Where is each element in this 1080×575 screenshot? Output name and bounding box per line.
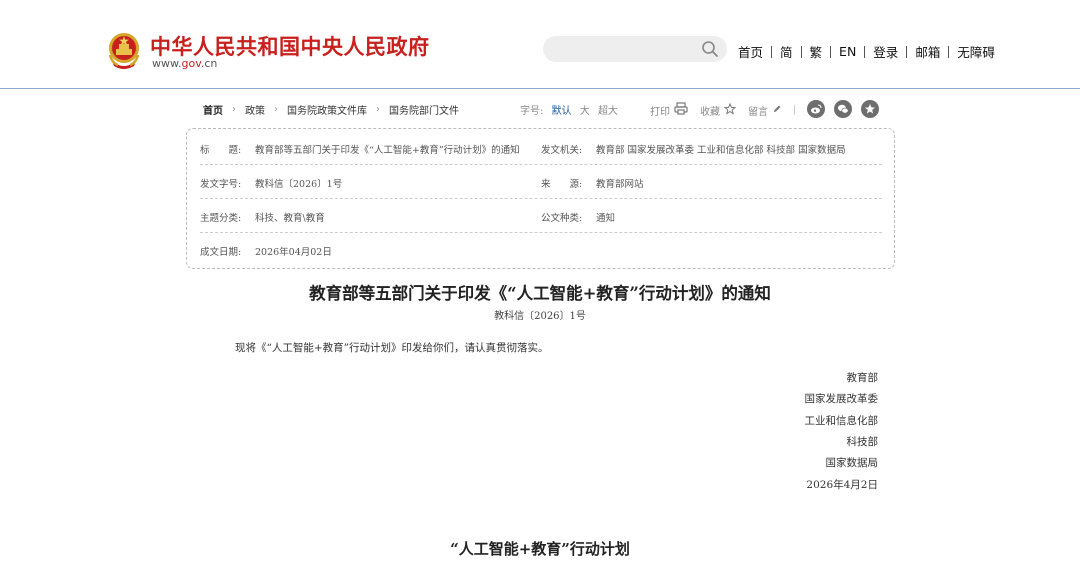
article-body-paragraph: 现将《“人工智能+教育”行动计划》印发给你们，请认真贯彻落实。 <box>235 342 549 354</box>
nav-divider <box>864 45 866 58</box>
star-outline-icon <box>720 102 737 118</box>
national-emblem-logo[interactable] <box>106 31 142 71</box>
comment-button[interactable]: 留言 <box>748 103 782 118</box>
site-url-suffix: .cn <box>200 57 218 70</box>
nav-divider <box>800 45 802 58</box>
source-value: 教育部网站 <box>596 179 644 190</box>
header-divider <box>0 88 1080 89</box>
font-size-label: 字号: <box>520 106 544 117</box>
info-row-date: 成文日期: 2026年04月02日 <box>200 232 882 266</box>
print-button[interactable]: 打印 <box>650 102 688 118</box>
breadcrumb: 首页 › 政策 › 国务院政策文件库 › 国务院部门文件 <box>203 102 459 117</box>
article-tools: 打印 收藏 留言 <box>650 102 807 118</box>
signature-date: 2026年4月2日 <box>806 479 878 491</box>
font-size-large[interactable]: 大 <box>580 106 590 117</box>
signature-most: 科技部 <box>846 436 879 448</box>
font-size-xlarge[interactable]: 超大 <box>598 106 618 117</box>
site-url-red: gov <box>181 57 201 70</box>
signature-moe: 教育部 <box>846 372 879 384</box>
wechat-icon[interactable] <box>834 100 852 118</box>
nav-simplified[interactable]: 简 <box>780 42 793 61</box>
nav-divider <box>771 45 773 58</box>
signature-nda: 国家数据局 <box>825 457 879 469</box>
site-url-prefix: www. <box>152 57 182 70</box>
info-row-title: 标 题: 教育部等五部门关于印发《“人工智能+教育”行动计划》的通知 发文机关:… <box>200 130 882 165</box>
topic-label: 主题分类: <box>200 213 242 224</box>
info-row-topic: 主题分类: 科技、教育\教育 公文种类: 通知 <box>200 198 882 233</box>
source-label: 来 源: <box>541 179 583 190</box>
breadcrumb-home[interactable]: 首页 <box>203 102 223 117</box>
site-url: www.gov.cn <box>152 57 217 70</box>
issuer-label: 发文机关: <box>541 145 583 156</box>
weibo-icon[interactable] <box>807 100 825 118</box>
favorite-label: 收藏 <box>700 106 720 118</box>
nav-divider <box>830 45 832 58</box>
nav-english[interactable]: EN <box>839 44 856 59</box>
date-label: 成文日期: <box>200 247 242 258</box>
font-size-selector: 字号: 默认 大 超大 <box>520 102 623 117</box>
signature-miit: 工业和信息化部 <box>804 415 879 427</box>
plan-title: “人工智能+教育”行动计划 <box>450 540 630 558</box>
nav-divider <box>948 45 950 58</box>
doc-type-value: 通知 <box>596 213 616 224</box>
article-title: 教育部等五部门关于印发《“人工智能+教育”行动计划》的通知 <box>309 284 771 303</box>
printer-icon <box>670 102 688 118</box>
breadcrumb-policy[interactable]: 政策 <box>245 102 265 117</box>
star-icon[interactable] <box>861 100 879 118</box>
comment-label: 留言 <box>748 106 768 118</box>
nav-divider <box>906 45 908 58</box>
search-box <box>543 36 727 62</box>
breadcrumb-policy-library[interactable]: 国务院政策文件库 <box>287 102 367 117</box>
issuer-value: 教育部 国家发展改革委 工业和信息化部 科技部 国家数据局 <box>596 145 846 156</box>
pencil-icon <box>768 104 782 117</box>
site-header: 中华人民共和国中央人民政府 www.gov.cn 首页 简 繁 EN 登录 邮箱… <box>0 0 1080 88</box>
nav-traditional[interactable]: 繁 <box>810 42 823 61</box>
print-label: 打印 <box>650 106 670 118</box>
nav-home[interactable]: 首页 <box>738 42 763 61</box>
chevron-right-icon: › <box>232 104 236 115</box>
search-icon[interactable] <box>701 40 719 58</box>
font-size-default[interactable]: 默认 <box>552 106 572 117</box>
date-value: 2026年04月02日 <box>255 247 332 258</box>
tools-divider <box>794 105 795 115</box>
topic-value: 科技、教育\教育 <box>255 213 325 224</box>
breadcrumb-department-docs[interactable]: 国务院部门文件 <box>389 102 459 117</box>
nav-accessibility[interactable]: 无障碍 <box>957 42 995 61</box>
favorite-button[interactable]: 收藏 <box>700 102 737 118</box>
document-info-box: 标 题: 教育部等五部门关于印发《“人工智能+教育”行动计划》的通知 发文机关:… <box>186 128 895 269</box>
doc-type-label: 公文种类: <box>541 213 583 224</box>
signature-ndrc: 国家发展改革委 <box>804 393 879 405</box>
chevron-right-icon: › <box>274 104 278 115</box>
nav-mail[interactable]: 邮箱 <box>915 42 940 61</box>
title-label: 标 题: <box>200 145 242 156</box>
search-input[interactable] <box>555 40 699 60</box>
info-row-doc-number: 发文字号: 教科信〔2026〕1号 来 源: 教育部网站 <box>200 164 882 199</box>
chevron-right-icon: › <box>376 104 380 115</box>
doc-number-value: 教科信〔2026〕1号 <box>255 179 343 190</box>
title-value: 教育部等五部门关于印发《“人工智能+教育”行动计划》的通知 <box>255 145 520 156</box>
top-nav: 首页 简 繁 EN 登录 邮箱 无障碍 <box>738 42 995 61</box>
article-doc-number: 教科信〔2026〕1号 <box>494 311 586 322</box>
doc-number-label: 发文字号: <box>200 179 242 190</box>
nav-login[interactable]: 登录 <box>873 42 898 61</box>
